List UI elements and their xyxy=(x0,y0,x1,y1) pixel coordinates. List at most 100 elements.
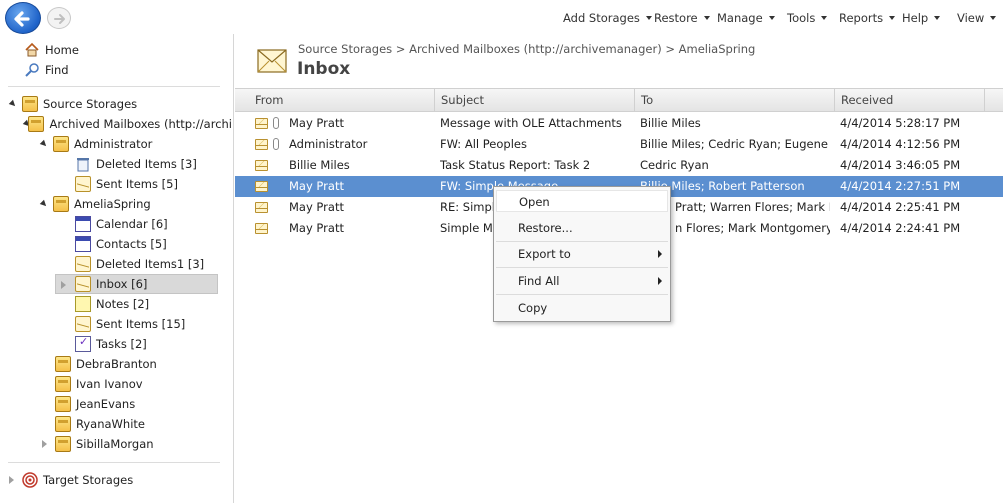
caret-down-icon xyxy=(990,16,997,20)
cell-subject: Task Status Report: Task 2 xyxy=(440,158,591,172)
sidebar-divider xyxy=(8,86,220,87)
target-icon xyxy=(22,472,38,488)
sidebar-item-tasks[interactable]: Tasks [2] xyxy=(75,334,147,354)
caret-down-icon xyxy=(703,16,710,20)
top-toolbar: Add Storages Restore Manage Tools Report… xyxy=(0,0,1003,34)
caret-down-icon xyxy=(768,16,775,20)
attachment-icon xyxy=(273,138,279,150)
expand-triangle-icon[interactable] xyxy=(8,99,18,109)
sidebar-divider xyxy=(8,462,220,463)
cell-to: Cedric Ryan xyxy=(640,158,709,172)
sidebar-item-ivan[interactable]: Ivan Ivanov xyxy=(55,374,143,394)
expand-triangle-icon[interactable] xyxy=(39,199,49,209)
table-row[interactable]: Administrator FW: All Peoples Billie Mil… xyxy=(235,134,1003,155)
sidebar-item-contacts[interactable]: Contacts [5] xyxy=(75,234,167,254)
collapsed-triangle-icon[interactable] xyxy=(9,476,14,484)
notes-icon xyxy=(75,296,91,312)
mailbox-icon xyxy=(55,436,71,452)
submenu-arrow-icon xyxy=(658,250,662,258)
contacts-icon xyxy=(75,236,91,252)
sidebar-item-amelia[interactable]: AmeliaSpring xyxy=(39,194,151,214)
caret-down-icon xyxy=(934,16,941,20)
column-header-from[interactable]: From xyxy=(249,89,434,111)
cell-received: 4/4/2014 3:46:05 PM xyxy=(840,158,961,172)
arrow-right-icon xyxy=(54,14,65,24)
sidebar-item-home[interactable]: Home xyxy=(24,40,79,60)
sent-folder-icon xyxy=(75,316,91,332)
arrow-left-icon xyxy=(14,11,30,27)
mailbox-icon xyxy=(55,356,71,372)
menu-help[interactable]: Help xyxy=(902,9,941,27)
column-header-subject[interactable]: Subject xyxy=(434,89,634,111)
cell-to: Billie Miles xyxy=(640,116,701,130)
submenu-arrow-icon xyxy=(658,277,662,285)
cell-subject: FW: All Peoples xyxy=(440,137,527,151)
context-menu-export-to[interactable]: Export to xyxy=(496,243,668,265)
collapsed-triangle-icon[interactable] xyxy=(61,281,66,289)
cell-from: May Pratt xyxy=(289,221,344,235)
sidebar-item-target-storages[interactable]: Target Storages xyxy=(8,470,133,490)
context-menu-separator xyxy=(496,267,668,268)
menu-tools[interactable]: Tools xyxy=(787,9,828,27)
mail-icon xyxy=(255,139,268,150)
menu-restore[interactable]: Restore xyxy=(654,9,710,27)
caret-down-icon xyxy=(889,16,896,20)
context-menu-open[interactable]: Open xyxy=(496,190,668,212)
column-header-received[interactable]: Received xyxy=(834,89,984,111)
sidebar-item-notes[interactable]: Notes [2] xyxy=(75,294,149,314)
sidebar-item-debra[interactable]: DebraBranton xyxy=(55,354,157,374)
archive-box-icon xyxy=(28,116,45,132)
mail-icon xyxy=(255,118,268,129)
cell-received: 4/4/2014 2:24:41 PM xyxy=(840,221,961,235)
recycle-icon xyxy=(75,156,91,172)
sidebar-item-calendar[interactable]: Calendar [6] xyxy=(75,214,168,234)
breadcrumb[interactable]: Source Storages > Archived Mailboxes (ht… xyxy=(298,42,755,56)
menu-add-storages[interactable]: Add Storages xyxy=(563,9,652,27)
sidebar-item-source-storages[interactable]: Source Storages xyxy=(8,94,137,114)
caret-down-icon xyxy=(821,16,828,20)
forward-button[interactable] xyxy=(47,7,71,29)
mailbox-icon xyxy=(55,416,71,432)
menu-view[interactable]: View xyxy=(957,9,997,27)
expand-triangle-icon[interactable] xyxy=(39,139,49,149)
table-row[interactable]: Billie Miles Task Status Report: Task 2 … xyxy=(235,155,1003,176)
sidebar-item-administrator[interactable]: Administrator xyxy=(39,134,152,154)
mail-icon xyxy=(255,223,268,234)
cell-from: May Pratt xyxy=(289,179,344,193)
sidebar-item-archived-mailboxes[interactable]: Archived Mailboxes (http://archi xyxy=(22,114,232,134)
table-row[interactable]: May Pratt Message with OLE Attachments B… xyxy=(235,113,1003,134)
sidebar: Home Find Source Storages Archived Mailb… xyxy=(0,34,234,503)
context-menu-find-all[interactable]: Find All xyxy=(496,270,668,292)
mailbox-icon xyxy=(53,136,69,152)
menu-reports[interactable]: Reports xyxy=(839,9,896,27)
back-button[interactable] xyxy=(5,2,41,34)
cell-from: Administrator xyxy=(289,137,368,151)
context-menu-copy[interactable]: Copy xyxy=(496,297,668,319)
sidebar-item-jean[interactable]: JeanEvans xyxy=(55,394,135,414)
cell-received: 4/4/2014 5:28:17 PM xyxy=(840,116,961,130)
sidebar-item-inbox[interactable]: Inbox [6] xyxy=(55,274,218,294)
menu-manage[interactable]: Manage xyxy=(717,9,775,27)
column-header-to[interactable]: To xyxy=(634,89,834,111)
cell-from: Billie Miles xyxy=(289,158,350,172)
sidebar-item-deleted1[interactable]: Deleted Items1 [3] xyxy=(75,254,204,274)
grid-header: From Subject To Received xyxy=(235,88,1003,112)
calendar-icon xyxy=(75,216,91,232)
collapsed-triangle-icon[interactable] xyxy=(42,440,47,448)
sidebar-item-find[interactable]: Find xyxy=(24,60,69,80)
cell-to: n Flores; Mark Montgomery; M... xyxy=(675,221,830,235)
sidebar-item-sent[interactable]: Sent Items [15] xyxy=(75,314,185,334)
sidebar-item-ryana[interactable]: RyanaWhite xyxy=(55,414,145,434)
sidebar-item-admin-deleted[interactable]: Deleted Items [3] xyxy=(75,154,197,174)
storage-icon xyxy=(22,96,38,112)
mail-icon xyxy=(255,202,268,213)
context-menu-restore[interactable]: Restore... xyxy=(496,217,668,239)
mail-icon xyxy=(255,160,268,171)
sidebar-item-admin-sent[interactable]: Sent Items [5] xyxy=(75,174,178,194)
cell-from: May Pratt xyxy=(289,200,344,214)
column-header-spacer xyxy=(984,89,1003,111)
tasks-icon xyxy=(75,335,91,352)
content-header: Source Storages > Archived Mailboxes (ht… xyxy=(235,34,1003,88)
sidebar-item-sibilla[interactable]: SibillaMorgan xyxy=(39,434,154,454)
mail-icon xyxy=(255,181,268,192)
